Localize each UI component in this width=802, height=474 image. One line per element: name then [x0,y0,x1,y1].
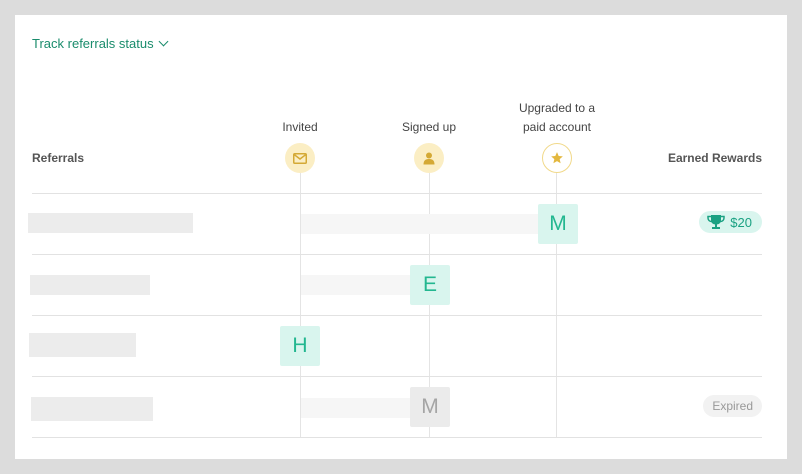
row-divider [32,254,762,255]
stage-label-upgraded: Upgraded to a paid account [518,101,596,134]
person-icon [414,143,444,173]
stage-label-signed-up: Signed up [401,120,457,134]
row-divider [32,315,762,316]
referral-avatar-badge: M [410,387,450,427]
referrals-card: Track referrals status Invited Signed up… [15,15,787,459]
track-referrals-label: Track referrals status [32,36,154,51]
earned-rewards-column-header: Earned Rewards [667,151,762,165]
stage-line-invited [300,158,301,437]
progress-track [301,214,539,234]
referral-avatar-badge: M [538,204,578,244]
referral-name-placeholder [31,397,153,421]
referral-avatar-badge: E [410,265,450,305]
stage-line-upgraded [556,158,557,437]
star-icon [542,143,572,173]
row-divider [32,193,762,194]
progress-track [301,275,411,295]
referral-name-placeholder [30,275,150,295]
referral-name-placeholder [29,333,136,357]
referral-avatar-badge: H [280,326,320,366]
reward-amount: $20 [730,214,752,230]
chevron-down-icon [158,36,169,47]
progress-track [301,398,411,418]
track-referrals-dropdown[interactable]: Track referrals status [32,36,169,51]
trophy-icon [707,215,726,229]
envelope-icon [285,143,315,173]
row-divider [32,437,762,438]
stage-label-invited: Invited [282,120,318,134]
referrals-column-header: Referrals [32,151,85,165]
referral-name-placeholder [28,213,193,233]
row-divider [32,376,762,377]
expired-status-badge: Expired [703,395,762,417]
reward-badge[interactable]: $20 [699,211,762,233]
